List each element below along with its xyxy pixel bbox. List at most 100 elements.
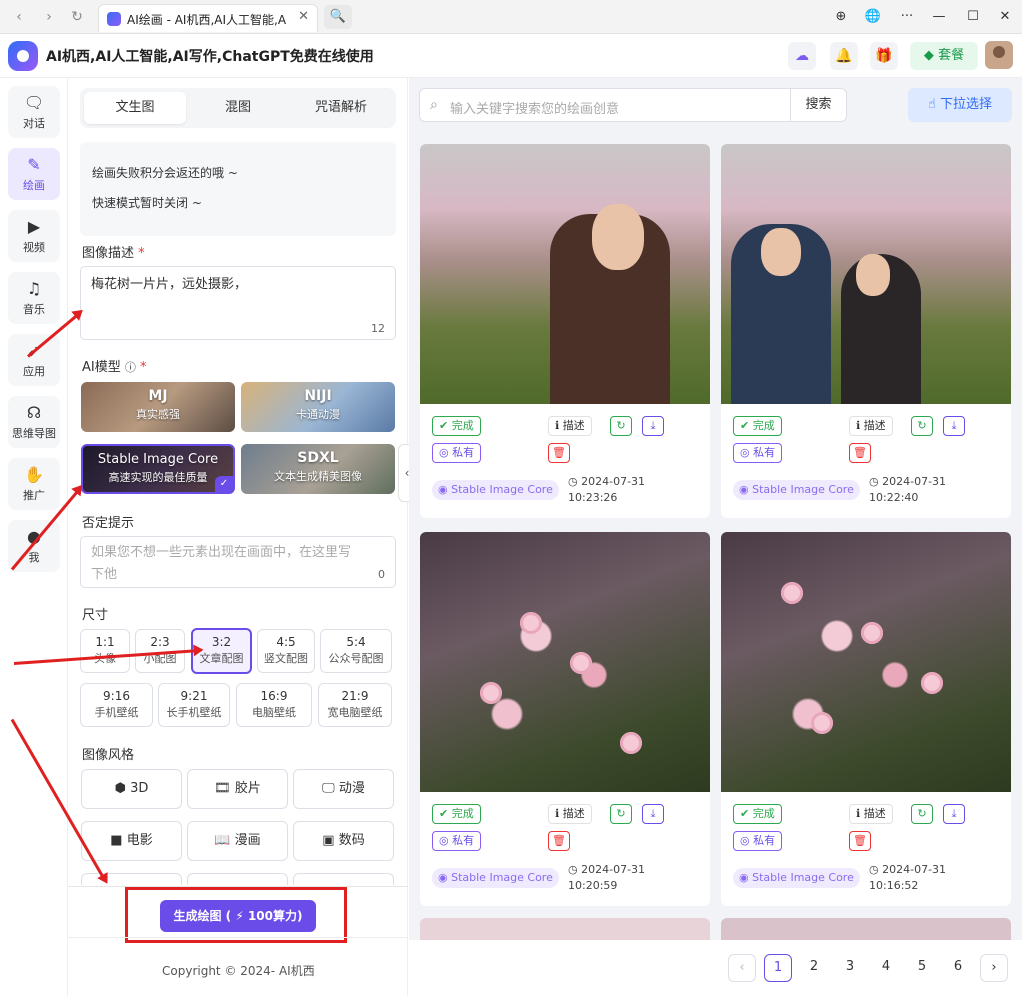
pointer-icon: ☝ bbox=[927, 97, 936, 112]
tab-prompt-analysis[interactable]: 咒语解析 bbox=[290, 92, 392, 124]
app-logo-icon[interactable] bbox=[8, 41, 38, 71]
bell-icon[interactable]: 🔔 bbox=[830, 42, 858, 70]
sidebar-item-chat[interactable]: 🗨 对话 bbox=[8, 86, 60, 138]
private-badge[interactable]: ◎ 私有 bbox=[733, 831, 783, 851]
model-desc: 真实感强 bbox=[136, 408, 180, 421]
size-option-4-5[interactable]: 4:5 竖文配图 bbox=[257, 629, 315, 673]
style-anime[interactable]: 🖵 动漫 bbox=[293, 769, 394, 809]
download-icon[interactable]: ⊕ bbox=[830, 6, 852, 28]
generated-image[interactable] bbox=[721, 144, 1011, 404]
minimize-icon[interactable]: — bbox=[928, 6, 950, 28]
browser-tab-title: AI绘画 - AI机西,AI人工智能,A bbox=[127, 13, 287, 27]
delete-icon[interactable]: 🗑 bbox=[849, 831, 871, 851]
model-stable-image-core[interactable]: Stable Image Core 高速实现的最佳质量 ✓ bbox=[81, 444, 235, 494]
generated-image[interactable] bbox=[420, 532, 710, 792]
style-film[interactable]: 🎞 胶片 bbox=[187, 769, 288, 809]
brush-icon: ✎ bbox=[27, 155, 41, 174]
delete-icon[interactable]: 🗑 bbox=[548, 831, 570, 851]
download-icon[interactable]: ⤓ bbox=[642, 804, 664, 824]
description-input[interactable]: 梅花树一片片，远处摄影， 12 bbox=[80, 266, 396, 340]
gift-icon[interactable]: 🎁 bbox=[870, 42, 898, 70]
more-icon[interactable]: ··· bbox=[896, 6, 918, 28]
maximize-icon[interactable]: ☐ bbox=[962, 6, 984, 28]
sidebar-item-label: 音乐 bbox=[23, 303, 45, 316]
tab-search-icon[interactable]: 🔍 bbox=[324, 5, 352, 29]
private-badge[interactable]: ◎ 私有 bbox=[432, 831, 482, 851]
sidebar-item-mindmap[interactable]: ☊ 思维导图 bbox=[8, 396, 60, 448]
info-icon[interactable]: ⓘ bbox=[125, 361, 136, 374]
browser-tab[interactable]: AI绘画 - AI机西,AI人工智能,A ✕ bbox=[98, 4, 318, 32]
size-option-9-21[interactable]: 9:21 长手机壁纸 bbox=[158, 683, 230, 727]
status-text: 完成 bbox=[752, 419, 775, 432]
describe-button[interactable]: ℹ 描述 bbox=[849, 804, 893, 824]
back-icon[interactable]: ‹ bbox=[8, 6, 30, 28]
private-badge[interactable]: ◎ 私有 bbox=[733, 443, 783, 463]
generated-image[interactable] bbox=[721, 532, 1011, 792]
pull-select-button[interactable]: ☝ 下拉选择 bbox=[908, 88, 1012, 122]
describe-button[interactable]: ℹ 描述 bbox=[548, 804, 592, 824]
refresh-icon[interactable]: ↻ bbox=[610, 416, 632, 436]
style-comic[interactable]: 📖 漫画 bbox=[187, 821, 288, 861]
reload-icon[interactable]: ↻ bbox=[66, 6, 88, 28]
prev-page-button[interactable]: ‹ bbox=[728, 954, 756, 982]
tab-text-to-image[interactable]: 文生图 bbox=[84, 92, 186, 124]
sidebar-item-music[interactable]: ♫ 音乐 bbox=[8, 272, 60, 324]
style-3d[interactable]: ⬢ 3D bbox=[81, 769, 182, 809]
next-page-button[interactable]: › bbox=[980, 954, 1008, 982]
sidebar-item-apps[interactable]: ➶应用 bbox=[8, 334, 60, 386]
page-5[interactable]: 5 bbox=[908, 954, 936, 982]
page-1[interactable]: 1 bbox=[764, 954, 792, 982]
download-icon[interactable]: ⤓ bbox=[642, 416, 664, 436]
size-option-16-9[interactable]: 16:9 电脑壁纸 bbox=[236, 683, 312, 727]
sidebar-item-promote[interactable]: ✋ 推广 bbox=[8, 458, 60, 510]
forward-icon[interactable]: › bbox=[38, 6, 60, 28]
refresh-icon[interactable]: ↻ bbox=[610, 804, 632, 824]
download-icon[interactable]: ⤓ bbox=[943, 804, 965, 824]
sidebar-item-draw[interactable]: ✎ 绘画 bbox=[8, 148, 60, 200]
download-icon[interactable]: ⤓ bbox=[943, 416, 965, 436]
style-movie[interactable]: ■ 电影 bbox=[81, 821, 182, 861]
size-name: 竖文配图 bbox=[264, 652, 308, 665]
sidebar-item-video[interactable]: ▶ 视频 bbox=[8, 210, 60, 262]
model-mj[interactable]: MJ 真实感强 bbox=[81, 382, 235, 432]
size-option-5-4[interactable]: 5:4 公众号配图 bbox=[320, 629, 392, 673]
page-4[interactable]: 4 bbox=[872, 954, 900, 982]
status-badge: ✔ 完成 bbox=[733, 804, 782, 824]
page-2[interactable]: 2 bbox=[800, 954, 828, 982]
model-desc: 文本生成精美图像 bbox=[274, 470, 362, 483]
weather-icon[interactable]: ☁ bbox=[788, 42, 816, 70]
delete-icon[interactable]: 🗑 bbox=[548, 443, 570, 463]
chip-icon: ▣ bbox=[322, 833, 335, 848]
close-tab-icon[interactable]: ✕ bbox=[298, 9, 309, 24]
globe-icon[interactable]: 🌐 bbox=[862, 6, 884, 28]
refresh-icon[interactable]: ↻ bbox=[911, 804, 933, 824]
model-desc: 高速实现的最佳质量 bbox=[108, 471, 208, 484]
page-3[interactable]: 3 bbox=[836, 954, 864, 982]
page-6[interactable]: 6 bbox=[944, 954, 972, 982]
search-button[interactable]: 搜索 bbox=[790, 89, 846, 121]
window-close-icon[interactable]: ✕ bbox=[994, 6, 1016, 28]
style-digital[interactable]: ▣ 数码 bbox=[293, 821, 394, 861]
tab-mix-image[interactable]: 混图 bbox=[187, 92, 289, 124]
face-shape bbox=[761, 228, 801, 276]
model-sdxl[interactable]: SDXL 文本生成精美图像 bbox=[241, 444, 395, 494]
avatar[interactable] bbox=[985, 41, 1013, 69]
describe-text: 描述 bbox=[562, 419, 585, 432]
status-badge: ✔ 完成 bbox=[733, 416, 782, 436]
plan-button[interactable]: ◆ 套餐 bbox=[910, 42, 978, 70]
describe-button[interactable]: ℹ 描述 bbox=[548, 416, 592, 436]
describe-button[interactable]: ℹ 描述 bbox=[849, 416, 893, 436]
size-option-9-16[interactable]: 9:16 手机壁纸 bbox=[80, 683, 153, 727]
search-input[interactable]: 输入关键字搜索您的绘画创意 bbox=[450, 98, 619, 117]
private-badge[interactable]: ◎ 私有 bbox=[432, 443, 482, 463]
negative-prompt-input[interactable]: 如果您不想一些元素出现在画面中，在这里写下他 0 bbox=[80, 536, 396, 588]
delete-icon[interactable]: 🗑 bbox=[849, 443, 871, 463]
generated-image[interactable] bbox=[420, 144, 710, 404]
refresh-icon[interactable]: ↻ bbox=[911, 416, 933, 436]
book-icon: 📖 bbox=[214, 833, 231, 848]
size-option-1-1[interactable]: 1:1头像 bbox=[80, 629, 130, 673]
size-option-21-9[interactable]: 21:9 宽电脑壁纸 bbox=[318, 683, 392, 727]
model-niji[interactable]: NIJI 卡通动漫 bbox=[241, 382, 395, 432]
check-icon: ✓ bbox=[215, 476, 233, 492]
private-text: 私有 bbox=[753, 834, 776, 847]
